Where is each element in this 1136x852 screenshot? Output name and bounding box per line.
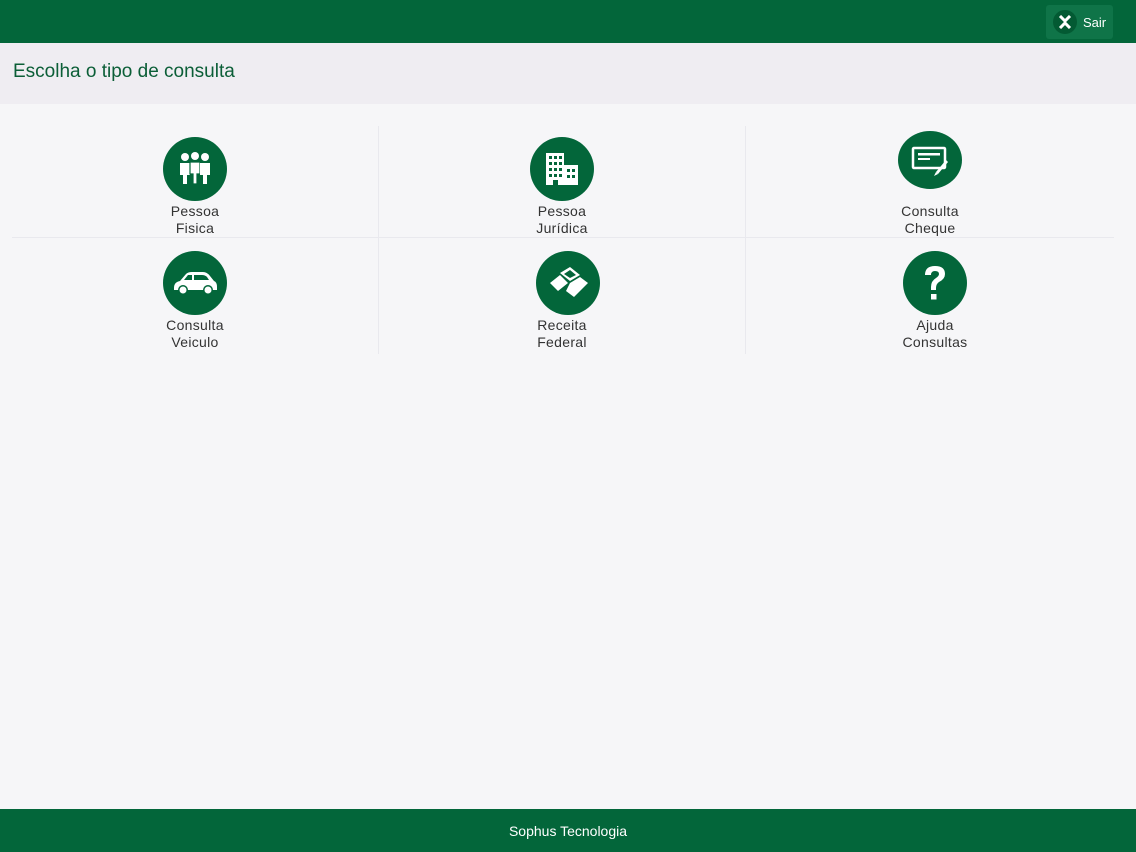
tile-label: Pessoa Jurídica: [536, 203, 588, 236]
receita-federal-logo-icon: [536, 251, 600, 315]
tile-ajuda-consultas[interactable]: Ajuda Consultas: [746, 238, 1114, 354]
tile-label: Consulta Cheque: [901, 203, 959, 236]
footer-text: Sophus Tecnologia: [508, 822, 628, 839]
tile-consulta-veiculo[interactable]: Consulta Veiculo: [12, 238, 379, 354]
footer: Sophus Tecnologia: [0, 809, 1136, 852]
tile-label: Receita Federal: [537, 317, 587, 350]
exit-button[interactable]: Sair: [1046, 5, 1113, 39]
top-bar: Sair: [0, 0, 1136, 43]
exit-label: Sair: [1083, 14, 1107, 30]
question-mark-icon: [903, 251, 967, 315]
tile-receita-federal[interactable]: Receita Federal: [379, 238, 746, 354]
tile-consulta-cheque[interactable]: Consulta Cheque: [746, 126, 1114, 238]
tile-label: Ajuda Consultas: [902, 317, 968, 350]
tile-label: Consulta Veiculo: [166, 317, 224, 350]
buildings-icon: [530, 137, 594, 201]
people-group-icon: [163, 137, 227, 201]
page-title: Escolha o tipo de consulta: [13, 61, 235, 82]
car-icon: [163, 251, 227, 315]
tile-label: Pessoa Fisica: [170, 203, 220, 236]
tile-pessoa-juridica[interactable]: Pessoa Jurídica: [379, 126, 746, 238]
check-document-icon: [898, 131, 962, 189]
query-type-grid: Pessoa Fisica Pessoa Jurídica Consulta C…: [12, 126, 1114, 354]
tile-pessoa-fisica[interactable]: Pessoa Fisica: [12, 126, 379, 238]
close-x-icon: [1053, 10, 1077, 34]
